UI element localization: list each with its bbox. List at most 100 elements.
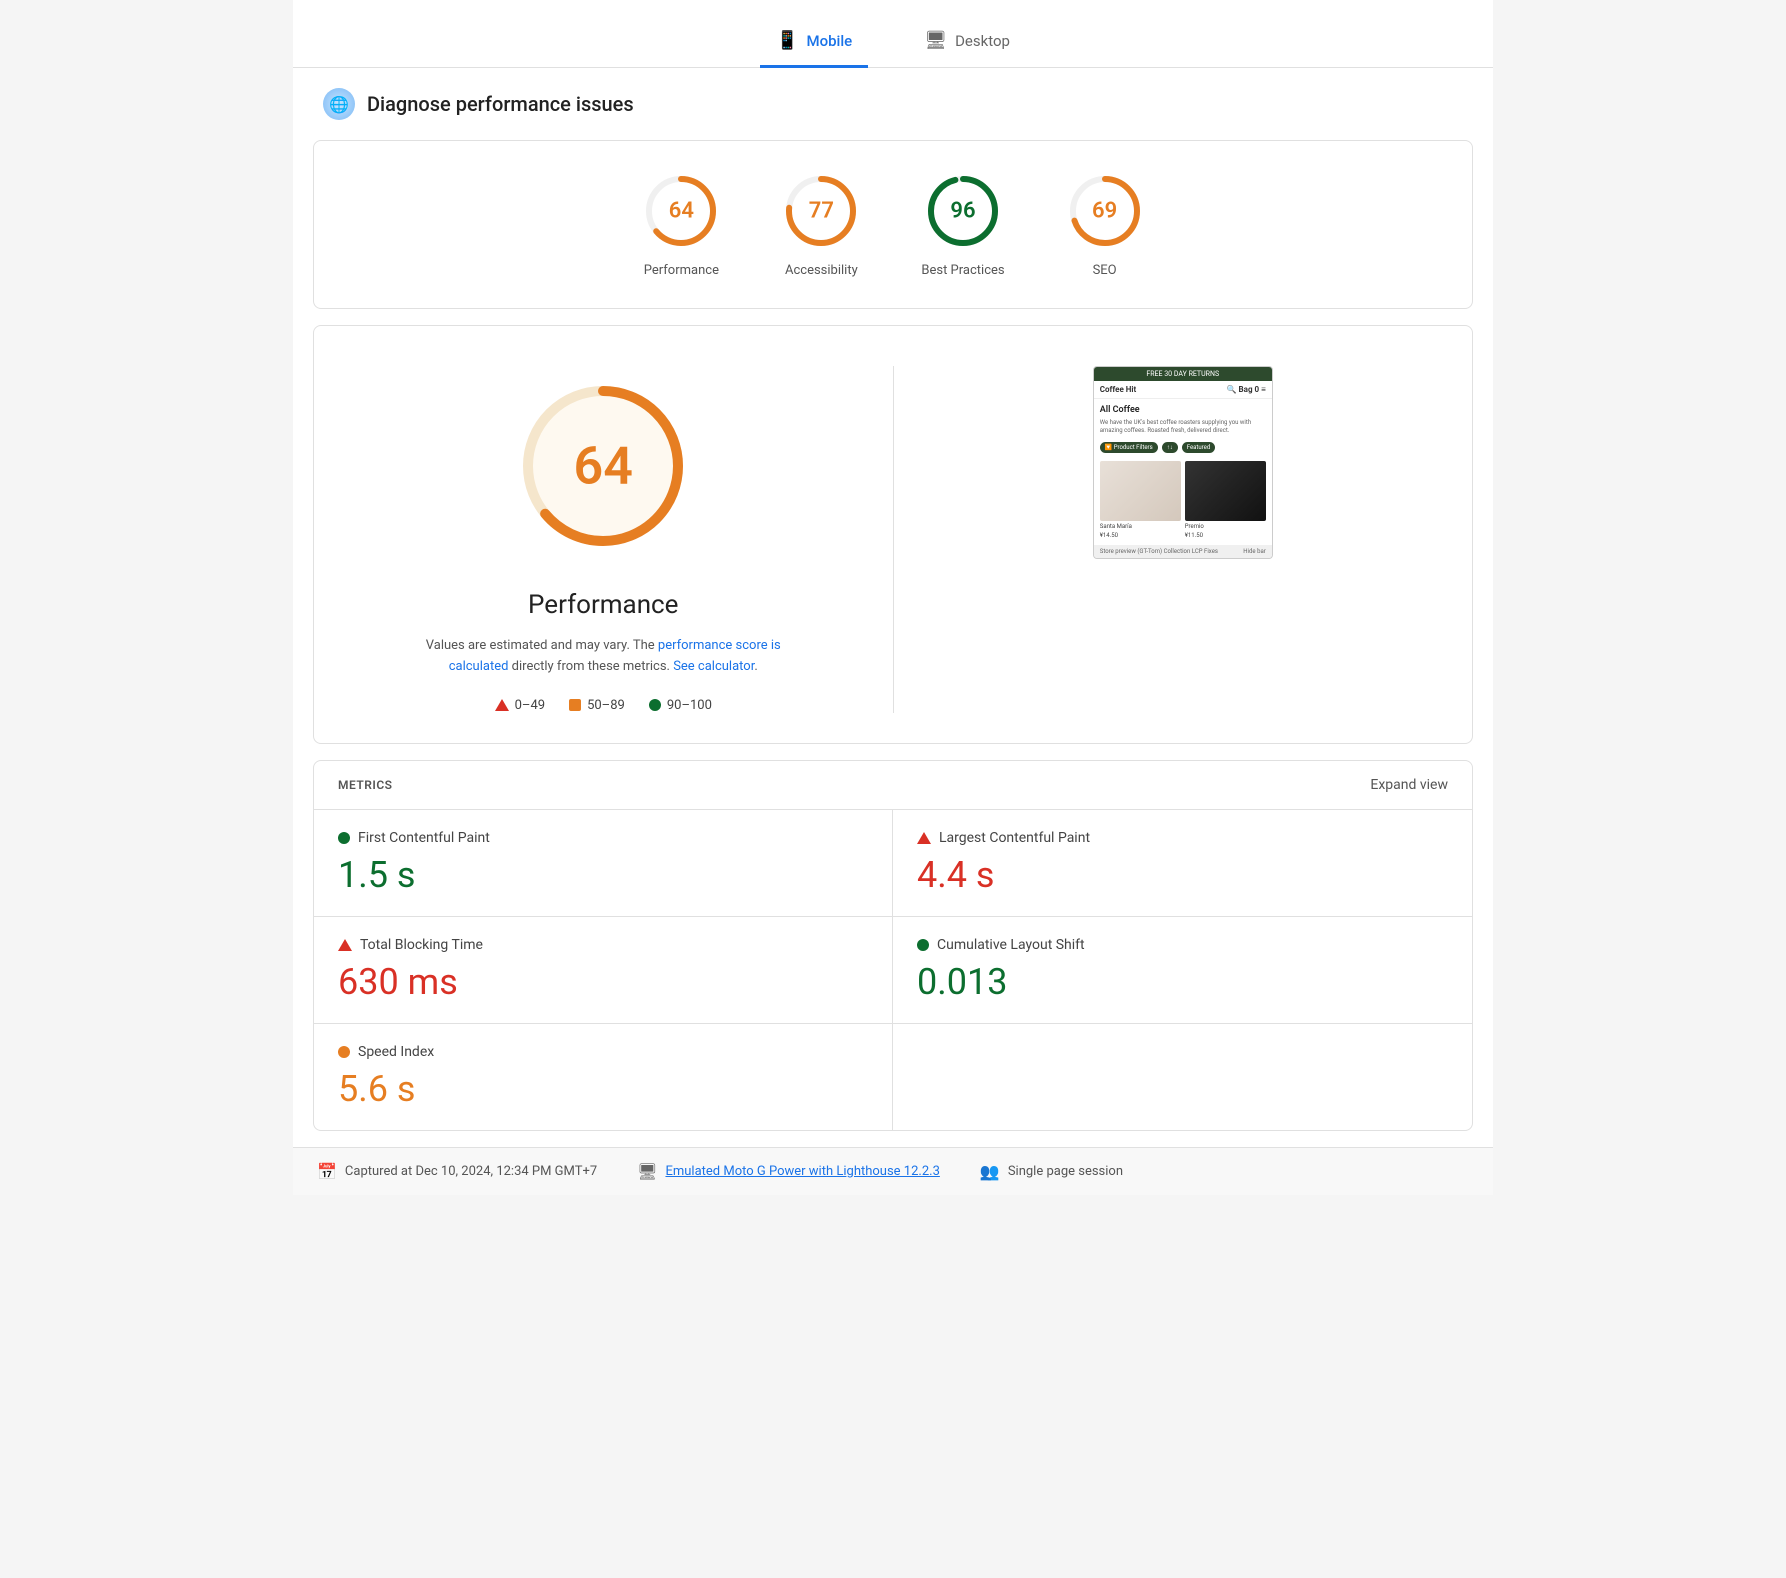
page-footer: 📅 Captured at Dec 10, 2024, 12:34 PM GMT…: [293, 1147, 1493, 1195]
screenshot-page-heading: All Coffee: [1100, 405, 1266, 415]
header-icon: 🌐: [323, 88, 355, 120]
screenshot-product1-name: Santa María: [1100, 523, 1181, 530]
expand-view-button[interactable]: Expand view: [1370, 777, 1448, 793]
screenshot-btn-featured: Featured: [1182, 442, 1216, 453]
screenshot-nav: Coffee Hit 🔍 Bag 0 ≡: [1094, 381, 1272, 399]
screenshot-product-2: Premio ¥11.50: [1185, 461, 1266, 539]
score-label-accessibility: Accessibility: [785, 263, 858, 278]
legend-good-icon: [649, 699, 661, 711]
footer-session-label: Single page session: [1008, 1164, 1123, 1179]
calendar-icon: 📅: [317, 1162, 337, 1181]
tab-desktop[interactable]: 🖥 Desktop: [908, 20, 1026, 68]
score-label-seo: SEO: [1093, 263, 1117, 278]
metric-lcp-name: Largest Contentful Paint: [939, 830, 1090, 846]
metric-fcp-header: First Contentful Paint: [338, 830, 868, 846]
metric-tbt-indicator: [338, 939, 352, 951]
screenshot-product2-name: Premio: [1185, 523, 1266, 530]
session-icon: 👥: [980, 1162, 1000, 1181]
performance-left: 64 Performance Values are estimated and …: [354, 366, 853, 713]
screenshot-grid: Santa María ¥14.50 Premio ¥11.50: [1100, 461, 1266, 539]
screenshot-buttons: 🔽 Product Filters ↑↓ Featured: [1100, 442, 1266, 453]
screenshot-btn-filters: 🔽 Product Filters: [1100, 442, 1158, 453]
metric-fcp-value: 1.5 s: [338, 854, 868, 896]
metric-lcp-value: 4.4 s: [917, 854, 1448, 896]
big-score-value: 64: [574, 436, 633, 497]
vertical-divider: [893, 366, 894, 713]
metric-lcp-indicator: [917, 832, 931, 844]
metric-cls: Cumulative Layout Shift 0.013: [893, 917, 1472, 1024]
screenshot-bottom-text: Store preview (GT-Tom) Collection LCP Fi…: [1100, 548, 1218, 555]
screenshot-btn-sort: ↑↓: [1162, 442, 1178, 453]
footer-session: 👥 Single page session: [980, 1162, 1123, 1181]
page-header: 🌐 Diagnose performance issues: [293, 68, 1493, 140]
score-label-best-practices: Best Practices: [921, 263, 1004, 278]
metric-si-header: Speed Index: [338, 1044, 868, 1060]
score-card-performance[interactable]: 64 Performance: [641, 171, 721, 278]
metric-tbt-value: 630 ms: [338, 961, 868, 1003]
screenshot-top-bar: FREE 30 DAY RETURNS: [1094, 367, 1272, 381]
metrics-title: METRICS: [338, 778, 393, 792]
score-ring-accessibility: 77: [781, 171, 861, 251]
metric-si-name: Speed Index: [358, 1044, 434, 1060]
metric-si: Speed Index 5.6 s: [314, 1024, 893, 1130]
metric-tbt-name: Total Blocking Time: [360, 937, 483, 953]
score-ring-best-practices: 96: [923, 171, 1003, 251]
metrics-section: METRICS Expand view First Contentful Pai…: [313, 760, 1473, 1131]
screenshot-hide-bar: Hide bar: [1243, 548, 1265, 555]
legend-needs-improvement-icon: [569, 699, 581, 711]
performance-description: Values are estimated and may vary. The p…: [423, 636, 783, 678]
score-cards-section: 64 Performance 77 Accessibility: [313, 140, 1473, 309]
screenshot-site-name: Coffee Hit: [1100, 385, 1136, 394]
footer-captured: 📅 Captured at Dec 10, 2024, 12:34 PM GMT…: [317, 1162, 597, 1181]
tab-mobile[interactable]: 📱 Mobile: [760, 20, 868, 68]
big-score-ring: 64: [503, 366, 703, 566]
legend-needs-improvement: 50–89: [569, 698, 625, 713]
screenshot-product1-price: ¥14.50: [1100, 532, 1181, 539]
metric-fcp-indicator: [338, 832, 350, 844]
metric-tbt-header: Total Blocking Time: [338, 937, 868, 953]
metric-cls-header: Cumulative Layout Shift: [917, 937, 1448, 953]
footer-captured-label: Captured at Dec 10, 2024, 12:34 PM GMT+7: [345, 1164, 597, 1179]
screenshot-body-text: We have the UK's best coffee roasters su…: [1100, 419, 1266, 436]
score-card-accessibility[interactable]: 77 Accessibility: [781, 171, 861, 278]
score-ring-performance: 64: [641, 171, 721, 251]
metric-fcp-name: First Contentful Paint: [358, 830, 490, 846]
metrics-grid: First Contentful Paint 1.5 s Largest Con…: [314, 810, 1472, 1130]
screenshot-product-1: Santa María ¥14.50: [1100, 461, 1181, 539]
legend-good: 90–100: [649, 698, 712, 713]
screenshot-content: All Coffee We have the UK's best coffee …: [1094, 399, 1272, 545]
legend: 0–49 50–89 90–100: [495, 698, 712, 713]
legend-poor-icon: [495, 699, 509, 711]
calculator-link[interactable]: See calculator: [673, 659, 754, 674]
footer-device: 🖥 Emulated Moto G Power with Lighthouse …: [637, 1162, 940, 1181]
score-card-best-practices[interactable]: 96 Best Practices: [921, 171, 1004, 278]
metric-si-value: 5.6 s: [338, 1068, 868, 1110]
legend-poor-range: 0–49: [515, 698, 545, 713]
main-content: 64 Performance Values are estimated and …: [313, 325, 1473, 744]
metric-cls-indicator: [917, 939, 929, 951]
mobile-icon: 📱: [776, 30, 798, 51]
desktop-icon: 🖥: [924, 30, 947, 51]
tab-mobile-label: Mobile: [806, 32, 852, 50]
score-value-best-practices: 96: [950, 199, 975, 224]
score-card-seo[interactable]: 69 SEO: [1065, 171, 1145, 278]
legend-good-range: 90–100: [667, 698, 712, 713]
screenshot-bottom-bar: Store preview (GT-Tom) Collection LCP Fi…: [1094, 545, 1272, 558]
performance-heading: Performance: [528, 590, 678, 620]
legend-poor: 0–49: [495, 698, 545, 713]
metrics-header: METRICS Expand view: [314, 761, 1472, 810]
tab-desktop-label: Desktop: [955, 32, 1010, 50]
legend-needs-improvement-range: 50–89: [587, 698, 625, 713]
screenshot-product2-price: ¥11.50: [1185, 532, 1266, 539]
score-label-performance: Performance: [644, 263, 719, 278]
metric-tbt: Total Blocking Time 630 ms: [314, 917, 893, 1024]
footer-device-link[interactable]: Emulated Moto G Power with Lighthouse 12…: [665, 1164, 939, 1179]
score-value-performance: 64: [669, 199, 694, 224]
screenshot-nav-icons: 🔍 Bag 0 ≡: [1227, 385, 1266, 394]
tab-bar: 📱 Mobile 🖥 Desktop: [293, 0, 1493, 68]
metric-lcp: Largest Contentful Paint 4.4 s: [893, 810, 1472, 917]
score-value-seo: 69: [1092, 199, 1117, 224]
score-ring-seo: 69: [1065, 171, 1145, 251]
page-title: Diagnose performance issues: [367, 92, 634, 116]
metric-cls-name: Cumulative Layout Shift: [937, 937, 1085, 953]
